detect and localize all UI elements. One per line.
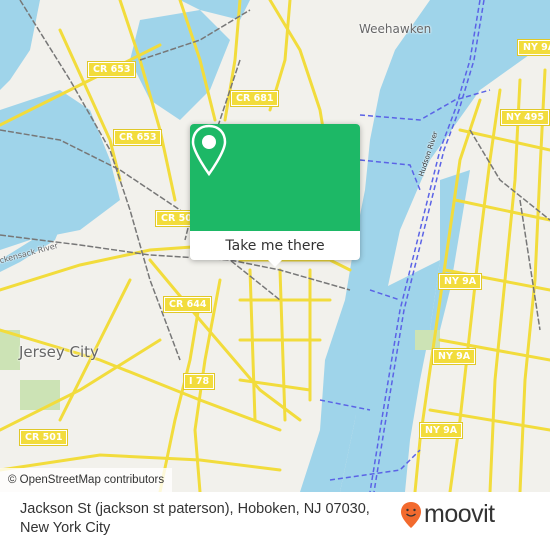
road-label-i78: I 78 [182,373,216,390]
moovit-brand-text: moovit [424,500,495,528]
popup-tail [268,260,282,267]
road-label-cr501: CR 501 [18,429,69,446]
road-label-ny495: NY 495 [500,109,550,126]
road-label-ny9a: NY 9A [516,39,550,56]
location-popup[interactable]: Take me there [190,124,360,267]
road-label-cr681: CR 681 [229,90,280,107]
address-text: Jackson St (jackson st paterson), Hoboke… [20,501,370,536]
osm-attribution[interactable]: © OpenStreetMap contributors [0,468,173,492]
road-label-ny9a: NY 9A [418,422,464,439]
popup-header [190,124,360,231]
map-pin-icon [191,124,227,177]
place-label-jersey-city: Jersey City [19,343,99,361]
road-label-ny9a: NY 9A [431,348,477,365]
road-label-cr653: CR 653 [112,129,163,146]
road-label-cr644: CR 644 [162,296,213,313]
map[interactable]: CR 653 CR 653 CR 681 CR 50 CR 644 I 78 C… [0,0,550,492]
road-label-ny9a: NY 9A [437,273,483,290]
moovit-pin-icon [401,501,421,528]
road-label-cr653: CR 653 [86,61,137,78]
place-label-weehawken: Weehawken [359,22,432,36]
take-me-there-button[interactable]: Take me there [190,231,360,260]
moovit-logo[interactable]: moovit [400,500,495,529]
